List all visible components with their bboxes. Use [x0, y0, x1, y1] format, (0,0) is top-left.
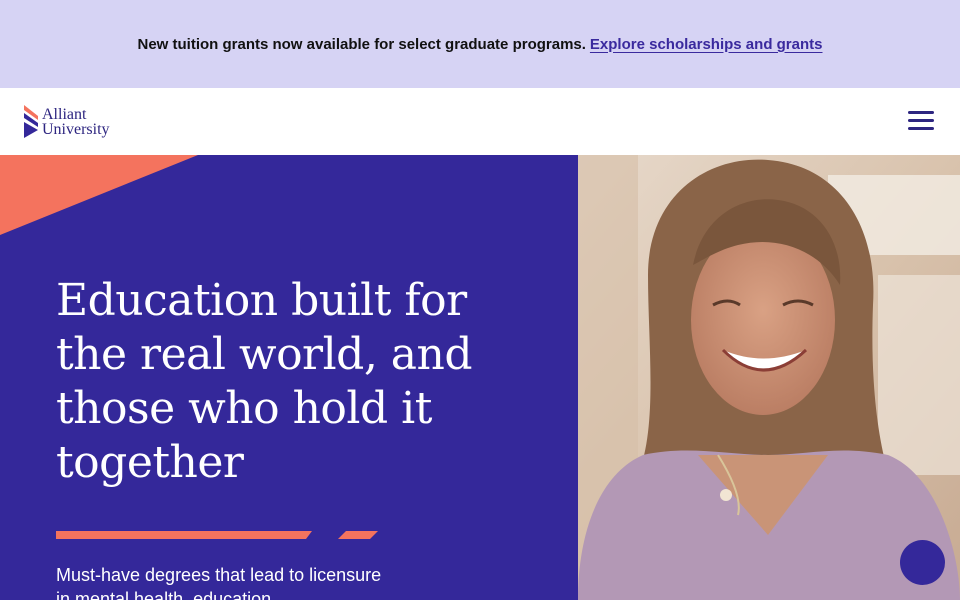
hero-photo: [578, 155, 960, 600]
announcement-banner: New tuition grants now available for sel…: [0, 0, 960, 88]
alliant-logo[interactable]: Alliant University: [24, 105, 110, 138]
logo-wordmark: Alliant University: [42, 105, 110, 138]
logo-line-university: University: [42, 120, 110, 138]
hero-accent-bars: [56, 531, 378, 539]
hero-section: Education built for the real world, and …: [0, 155, 578, 600]
logo-line-alliant: Alliant: [42, 105, 87, 123]
scholarships-link[interactable]: Explore scholarships and grants: [590, 36, 823, 53]
hero-accent-triangle: [0, 155, 198, 235]
hamburger-menu-icon[interactable]: [905, 108, 937, 134]
hero-subtitle: Must-have degrees that lead to licensure…: [56, 565, 382, 600]
chat-launcher-icon[interactable]: [900, 540, 945, 585]
logo-mark-icon: [24, 105, 38, 138]
banner-text: New tuition grants now available for sel…: [137, 35, 586, 53]
hero-title: Education built for the real world, and …: [56, 275, 473, 488]
hero-photo-illustration: [578, 155, 960, 600]
site-header: Alliant University: [0, 88, 960, 155]
